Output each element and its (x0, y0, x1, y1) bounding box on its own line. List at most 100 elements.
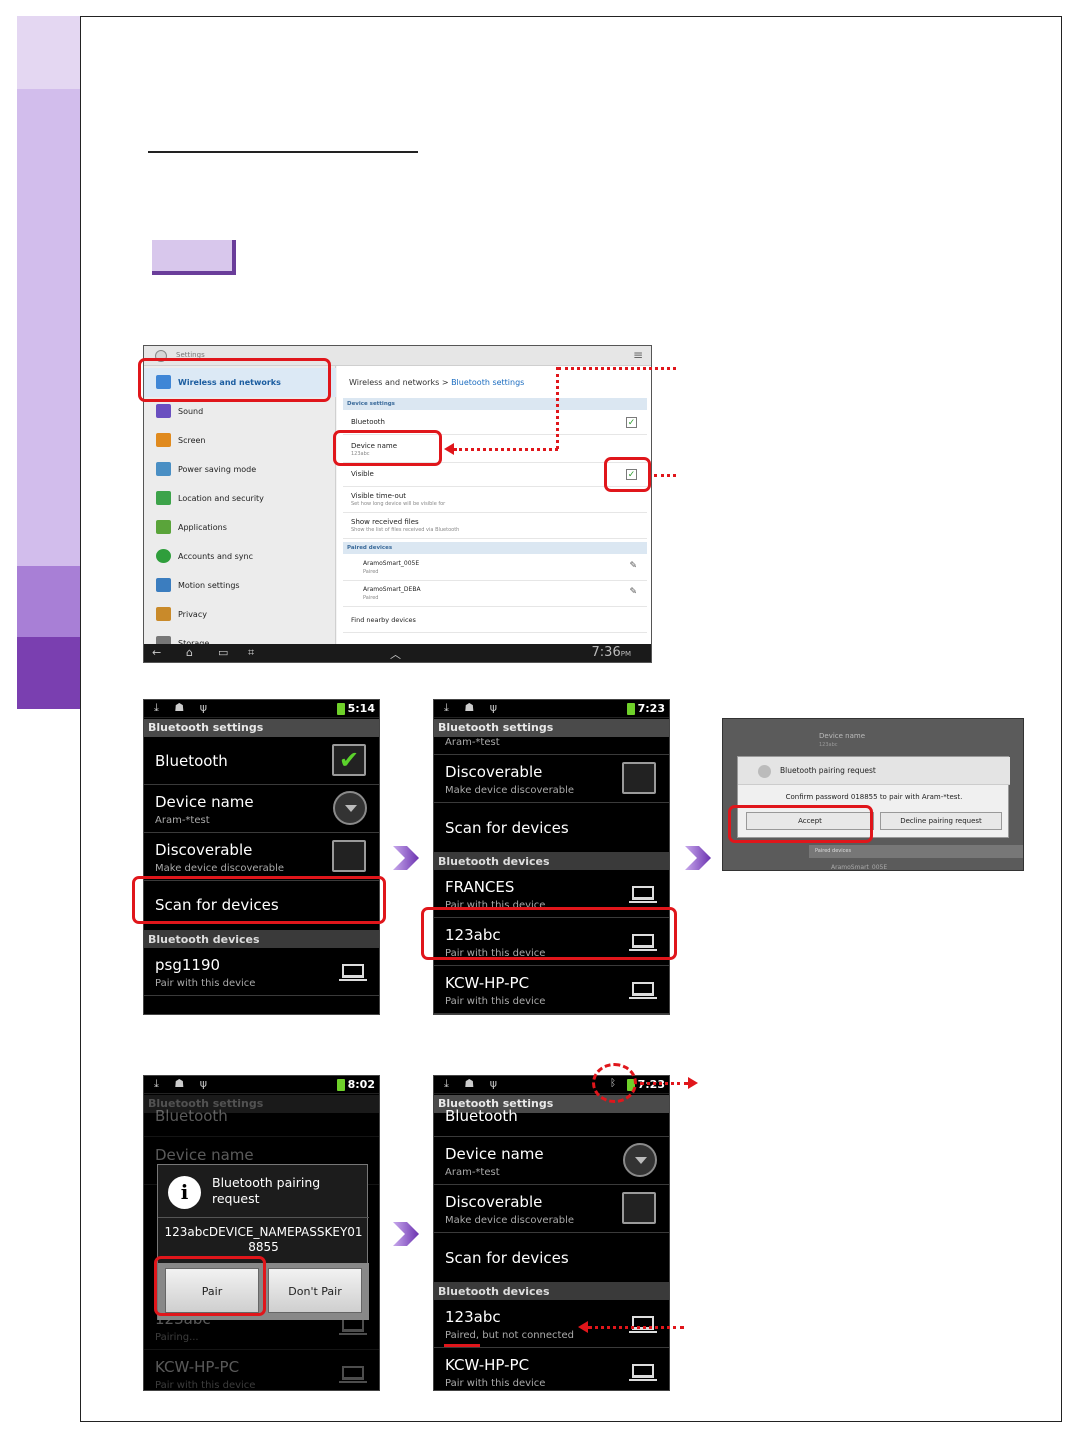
menu-item-applications[interactable]: Applications (144, 513, 336, 542)
decline-button[interactable]: Decline pairing request (880, 812, 1002, 830)
paired-device-name: AramoSmart_005E (363, 560, 420, 567)
section-device-settings: Device settings (343, 398, 647, 410)
device-row[interactable]: KCW-HP-PC Pair with this device (434, 966, 669, 1014)
row-label: Show received files (351, 518, 419, 526)
menu-item-power[interactable]: Power saving mode (144, 455, 336, 484)
status-bar: ⤓ ☗ ψ 8:02 (144, 1076, 379, 1094)
row-visible[interactable]: Visible ✓ (343, 463, 647, 487)
discoverable-checkbox[interactable] (622, 762, 656, 794)
callout-line (588, 1326, 684, 1329)
callout-line (558, 367, 676, 370)
pairing-popup-screenshot: Device name 123abc Bluetooth pairing req… (722, 718, 1024, 871)
row-find-nearby[interactable]: Find nearby devices (343, 607, 647, 633)
highlight-bluetooth-status (592, 1063, 637, 1103)
row-label: Find nearby devices (351, 616, 416, 624)
device-row: KCW-HP-PC Pair with this device (144, 1350, 379, 1391)
row-scan[interactable]: Scan for devices (434, 803, 669, 853)
overflow-menu-icon[interactable]: ≡ (633, 348, 643, 362)
recent-apps-icon[interactable]: ▭ (218, 646, 228, 659)
row-label: Bluetooth (445, 1107, 518, 1125)
laptop-icon (629, 1364, 657, 1381)
row-label: Scan for devices (445, 819, 569, 837)
menu-item-label: Motion settings (178, 581, 240, 590)
screenshot-icon[interactable]: ⌗ (248, 646, 254, 660)
row-device-name[interactable]: Device name Aram-*test (434, 1137, 669, 1185)
menu-item-label: Location and security (178, 494, 264, 503)
screen-icon (156, 433, 171, 447)
row-discoverable[interactable]: Discoverable Make device discoverable (434, 1185, 669, 1233)
next-step-arrow-icon (685, 846, 711, 870)
highlight-scan (132, 876, 386, 924)
bluetooth-checkbox[interactable]: ✓ (626, 417, 637, 428)
device-sub: Pairing... (155, 1332, 199, 1343)
row-label: Visible time-out (351, 492, 407, 500)
dialog-title: Bluetooth pairing request (212, 1175, 321, 1206)
paired-underline (444, 1344, 480, 1347)
dialog-header: Bluetooth pairing request (738, 757, 1010, 785)
wrench-icon[interactable]: ✎ (629, 587, 637, 597)
row-label: Device name (445, 1145, 544, 1163)
laptop-icon (629, 886, 657, 903)
menu-item-label: Privacy (178, 610, 207, 619)
bluetooth-checkbox[interactable]: ✔ (332, 744, 366, 776)
row-bluetooth[interactable]: Bluetooth ✔ (144, 737, 379, 785)
laptop-icon (339, 1318, 367, 1335)
phone-screenshot-1: ⤓ ☗ ψ 5:14 Bluetooth settings Bluetooth … (143, 699, 380, 1015)
home-icon[interactable]: ⌂ (186, 646, 193, 659)
menu-item-screen[interactable]: Screen (144, 426, 336, 455)
speaker-icon (156, 404, 171, 418)
arrow-right-icon (688, 1077, 698, 1089)
device-row[interactable]: 123abc Paired, but not connected (434, 1300, 669, 1348)
chevron-up-icon[interactable]: ︿ (390, 646, 401, 662)
section-bluetooth-devices: Bluetooth devices (144, 931, 379, 948)
motion-icon (156, 578, 171, 592)
row-scan[interactable]: Scan for devices (434, 1233, 669, 1283)
side-bar-accent (17, 566, 80, 637)
dropdown-icon[interactable] (333, 791, 367, 825)
row-sub: Aram-*test (445, 737, 500, 748)
next-step-arrow-icon (393, 1222, 419, 1246)
row-discoverable[interactable]: Discoverable Make device discoverable (434, 755, 669, 803)
highlight-accept (728, 805, 873, 843)
menu-item-privacy[interactable]: Privacy (144, 600, 336, 629)
breadcrumb-parent[interactable]: Wireless and networks (349, 378, 439, 387)
menu-item-accounts[interactable]: Accounts and sync (144, 542, 336, 571)
device-row[interactable]: KCW-HP-PC Pair with this device (434, 1348, 669, 1390)
device-name: FRANCES (445, 878, 515, 896)
info-icon: i (168, 1176, 201, 1209)
menu-item-motion[interactable]: Motion settings (144, 571, 336, 600)
laptop-icon (339, 964, 367, 981)
status-icons: ⤓ ☗ ψ (444, 701, 503, 714)
breadcrumb-current: Bluetooth settings (451, 378, 525, 387)
status-icons: ⤓ ☗ ψ (154, 1077, 213, 1090)
row-device-name[interactable]: Device name Aram-*test (144, 785, 379, 833)
row-bluetooth: Bluetooth (144, 1107, 379, 1137)
info-icon (758, 765, 771, 778)
tablet-settings-menu: Wireless and networks Sound Screen Power… (144, 366, 336, 650)
battery-icon (337, 1079, 345, 1091)
title-underline (148, 151, 418, 153)
row-show-files[interactable]: Show received files Show the list of fil… (343, 513, 647, 539)
breadcrumb: Wireless and networks > Bluetooth settin… (349, 378, 524, 387)
battery-icon (627, 703, 635, 715)
row-discoverable[interactable]: Discoverable Make device discoverable (144, 833, 379, 881)
menu-item-label: Accounts and sync (178, 552, 253, 561)
row-sub: Make device discoverable (155, 863, 285, 874)
device-row[interactable]: psg1190 Pair with this device (144, 948, 379, 996)
menu-item-location[interactable]: Location and security (144, 484, 336, 513)
back-icon[interactable]: ← (152, 646, 161, 659)
status-time: 8:02 (347, 1078, 375, 1091)
row-visible-timeout[interactable]: Visible time-out Set how long device wil… (343, 487, 647, 513)
dont-pair-button[interactable]: Don't Pair (268, 1268, 362, 1313)
wrench-icon[interactable]: ✎ (629, 561, 637, 571)
paired-device-row[interactable]: AramoSmart_005E Paired ✎ (343, 555, 647, 581)
side-bar-top (17, 16, 80, 89)
discoverable-checkbox[interactable] (622, 1192, 656, 1224)
tablet-bluetooth-pane: Wireless and networks > Bluetooth settin… (337, 366, 651, 644)
screen-header: Bluetooth settings (144, 719, 379, 737)
discoverable-checkbox[interactable] (332, 840, 366, 872)
paired-device-row[interactable]: AramoSmart_DEBA Paired ✎ (343, 581, 647, 607)
device-sub: Pair with this device (155, 1380, 256, 1391)
callout-line (556, 367, 559, 449)
dropdown-icon[interactable] (623, 1143, 657, 1177)
